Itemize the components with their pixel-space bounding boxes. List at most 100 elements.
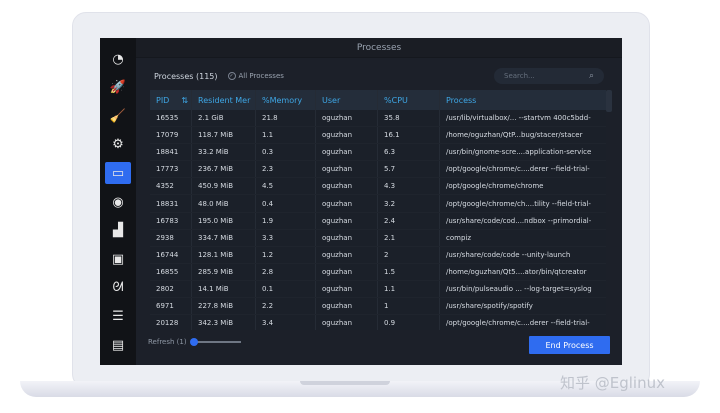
column-header-process[interactable]: Process <box>440 90 606 110</box>
table-row[interactable]: 20128 342.3 MiB 3.4 oguzhan 0.9/opt/google/c… <box>150 315 606 330</box>
table-cell: oguzhan <box>316 127 378 144</box>
sidebar-item-processes[interactable]: ▭ <box>105 162 131 185</box>
table-cell: 2802 <box>150 280 192 298</box>
column-header-pid[interactable]: PID ⇅ <box>150 90 192 110</box>
table-cell: /usr/share/spotify/spotify <box>446 302 533 311</box>
table-row[interactable]: 17773 236.7 MiB 2.3 oguzhan 5.7/opt/google/c… <box>150 161 606 179</box>
table-cell: oguzhan <box>316 298 378 315</box>
table-row[interactable]: 6971 227.8 MiB 2.2 oguzhan 1/usr/share/spoti… <box>150 298 606 316</box>
refresh-control: Refresh (1) <box>148 338 241 346</box>
table-cell: /opt/google/chrome/chrome <box>446 182 544 191</box>
table-row[interactable]: 16855 285.9 MiB 2.8 oguzhan 1.5/home/oguzhan… <box>150 263 606 281</box>
processes-page: Processes Processes (115) ✓ All Processe… <box>136 38 622 365</box>
settings-sliders-icon: ☰ <box>112 308 124 324</box>
sidebar-item-uninstaller[interactable]: ◉ <box>105 191 131 213</box>
table-cell: /home/oguzhan/Qt5....ator/bin/qtcreator <box>446 267 587 276</box>
table-cell: 6.3 <box>378 144 440 161</box>
resources-chart-icon: ▟ <box>113 223 123 239</box>
table-cell: 16.1 <box>378 127 440 144</box>
all-processes-checkbox[interactable]: ✓ All Processes <box>227 72 284 80</box>
table-cell: oguzhan <box>316 178 378 195</box>
dashboard-gauge-icon: ◔ <box>112 51 124 67</box>
table-cell: 17079 <box>150 127 192 144</box>
column-header-label: Resident Mer <box>198 95 251 105</box>
uninstaller-icon: ◉ <box>112 194 124 210</box>
table-cell: 227.8 MiB <box>192 298 256 315</box>
table-row[interactable]: 2938 334.7 MiB 3.3 oguzhan 2.1 compiz <box>150 229 606 247</box>
table-row[interactable]: 17079 118.7 MiB 1.1 oguzhan 16.1/home/oguzha… <box>150 127 606 145</box>
table-row[interactable]: 18831 48.0 MiB 0.4 oguzhan 3.2/opt/google/ch… <box>150 195 606 213</box>
table-cell: 14.1 MiB <box>192 280 256 298</box>
search-placeholder: Search... <box>504 72 535 80</box>
end-process-button[interactable]: End Process <box>529 336 610 354</box>
column-header-label: User <box>322 95 341 105</box>
table-cell: 1.1 <box>378 280 440 298</box>
sidebar-item-feedback-message[interactable]: ▤ <box>105 334 131 356</box>
table-cell: 236.7 MiB <box>192 161 256 178</box>
column-header-label: %Memory <box>262 95 303 105</box>
sidebar-item-settings-sliders[interactable]: ☰ <box>105 305 131 327</box>
column-header-cpu[interactable]: %CPU <box>378 90 440 110</box>
table-cell: 2.1 GiB <box>192 110 256 127</box>
rocket-startup-icon: 🚀 <box>109 80 127 96</box>
column-header-label: %CPU <box>384 95 408 105</box>
scrollbar[interactable] <box>606 90 612 112</box>
table-row[interactable]: 2802 14.1 MiB 0.1 oguzhan 1.1/usr/bin/pulsea… <box>150 280 606 299</box>
table-cell: 128.1 MiB <box>192 246 256 263</box>
column-header-label: PID <box>156 95 170 105</box>
column-header-resident-mer[interactable]: Resident Mer <box>192 90 256 110</box>
table-cell: 18841 <box>150 144 192 161</box>
slider-knob[interactable] <box>189 338 198 346</box>
column-header-memory[interactable]: %Memory <box>256 90 316 110</box>
table-cell: 6971 <box>150 298 192 315</box>
sidebar-item-gears-services[interactable]: ⚙ <box>105 134 131 156</box>
table-cell: 35.8 <box>378 110 440 127</box>
table-cell: 285.9 MiB <box>192 263 256 280</box>
sidebar-item-resources-chart[interactable]: ▟ <box>105 220 131 242</box>
sidebar-item-broom-cleaner[interactable]: 🧹 <box>105 105 131 127</box>
processes-icon: ▭ <box>111 165 125 181</box>
table-cell: 2938 <box>150 229 192 246</box>
table-row[interactable]: 16783 195.0 MiB 1.9 oguzhan 2.4/usr/share/co… <box>150 212 606 230</box>
table-cell: oguzhan <box>316 110 378 127</box>
table-cell: 2.3 <box>256 161 316 178</box>
table-cell: oguzhan <box>316 229 378 246</box>
table-cell: 2.1 <box>378 229 440 246</box>
sidebar-item-gnome-settings[interactable]: ᘛ <box>105 277 131 299</box>
table-cell: 1.2 <box>256 246 316 263</box>
table-row[interactable]: 16744 128.1 MiB 1.2 oguzhan 2/usr/share/code… <box>150 246 606 264</box>
table-cell: /usr/share/code/code --unity-launch <box>446 250 571 259</box>
table-cell: 1 <box>378 298 440 315</box>
table-cell: /usr/share/code/cod....ndbox --primordia… <box>446 216 592 225</box>
table-cell: 334.7 MiB <box>192 229 256 246</box>
table-cell: 1.1 <box>256 127 316 144</box>
window-title: Processes <box>136 38 622 58</box>
table-row[interactable]: 4352 450.9 MiB 4.5 oguzhan 4.3/opt/google/ch… <box>150 178 606 196</box>
sidebar-item-rocket-startup[interactable]: 🚀 <box>105 77 131 99</box>
table-cell: 0.3 <box>256 144 316 161</box>
sidebar-item-dashboard-gauge[interactable]: ◔ <box>105 48 131 70</box>
refresh-slider[interactable] <box>189 338 241 346</box>
table-cell: 0.9 <box>378 315 440 330</box>
broom-cleaner-icon: 🧹 <box>109 108 127 124</box>
sort-descending-icon[interactable]: ⇅ <box>181 96 188 105</box>
table-cell: 21.8 <box>256 110 316 127</box>
table-cell: 17773 <box>150 161 192 178</box>
table-row[interactable]: 16535 2.1 GiB 21.8 oguzhan 35.8/usr/lib/virt… <box>150 110 606 128</box>
column-header-user[interactable]: User <box>316 90 378 110</box>
table-cell: 33.2 MiB <box>192 144 256 161</box>
table-cell: 3.4 <box>256 315 316 330</box>
sidebar-item-apt-package[interactable]: ▣ <box>105 248 131 270</box>
toolbar: Processes (115) ✓ All Processes Search..… <box>154 68 604 84</box>
table-cell: 342.3 MiB <box>192 315 256 330</box>
table-row[interactable]: 18841 33.2 MiB 0.3 oguzhan 6.3/usr/bin/gnome… <box>150 144 606 162</box>
table-cell: /usr/bin/pulseaudio ... --log-target=sys… <box>446 284 592 293</box>
all-processes-label: All Processes <box>238 72 284 80</box>
table-header: PID ⇅ Resident Mer %Memory User %CPU Process <box>150 90 606 110</box>
check-icon: ✓ <box>227 72 236 80</box>
table-cell: 1.9 <box>256 212 316 229</box>
table-cell: /opt/google/chrome/c....derer --field-tr… <box>446 165 590 174</box>
search-input[interactable]: Search... ⌕ <box>494 68 604 84</box>
table-cell: 18831 <box>150 195 192 212</box>
table-cell: 5.7 <box>378 161 440 178</box>
